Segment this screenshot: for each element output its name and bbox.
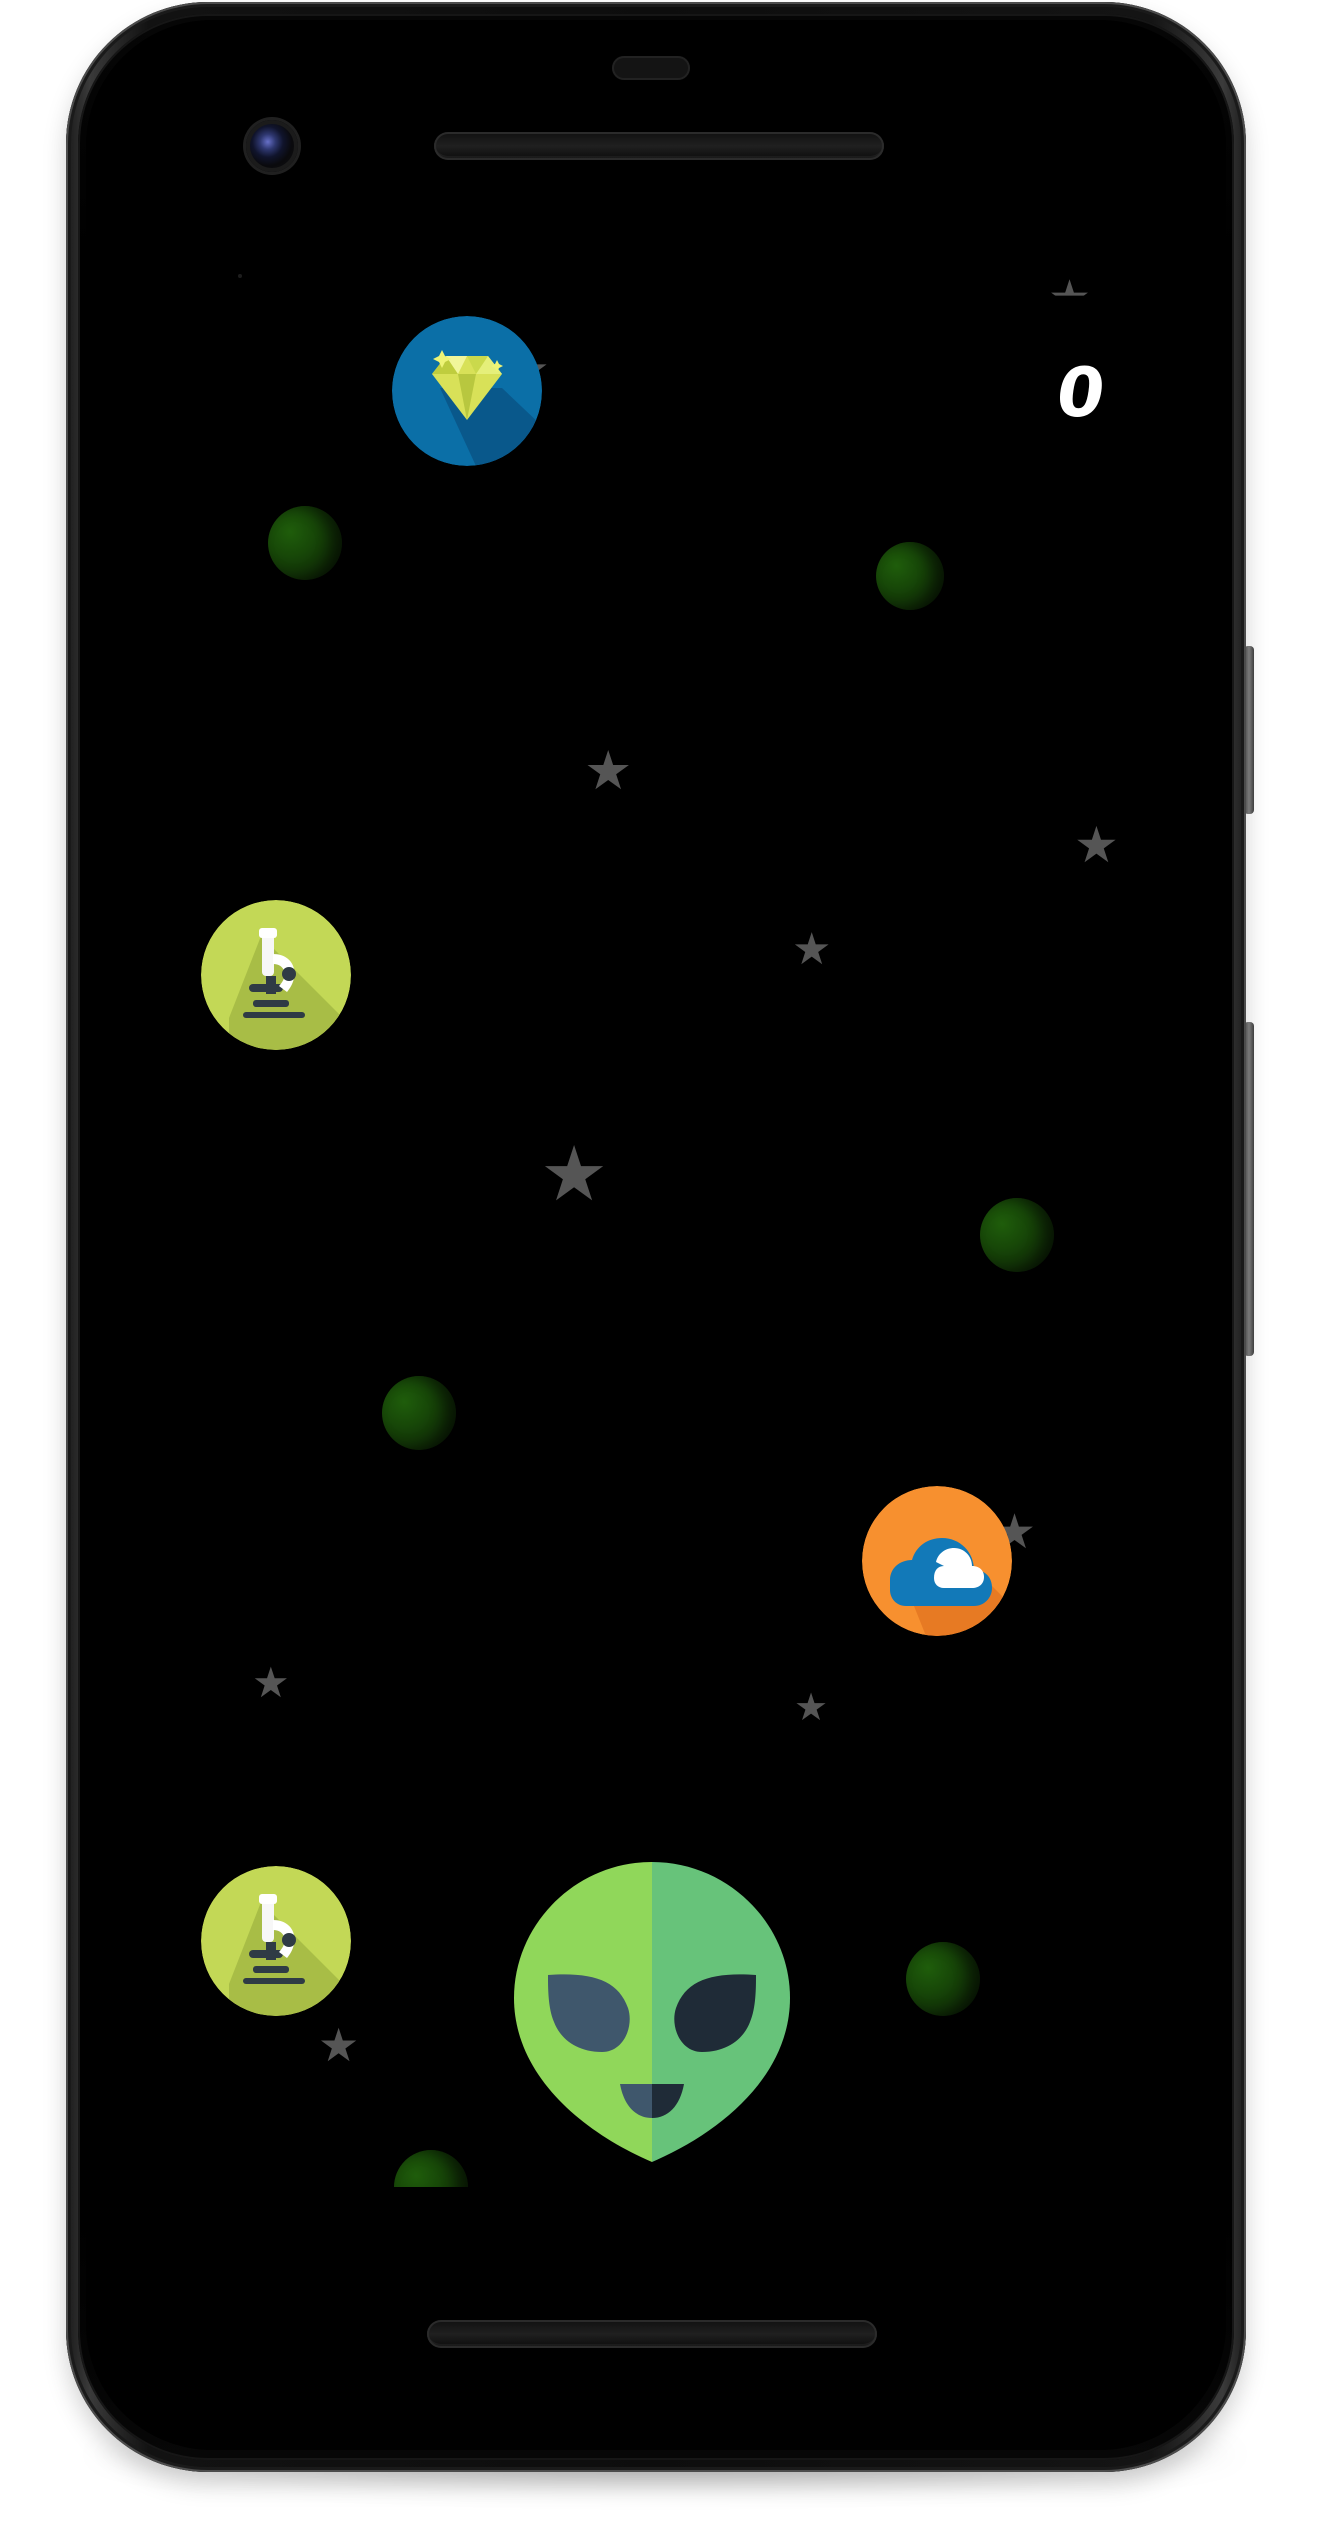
alien-player[interactable]	[514, 1862, 790, 2162]
alien-head-icon	[514, 1862, 790, 2162]
space-dust	[238, 274, 242, 278]
bottom-speaker	[427, 2320, 877, 2348]
star-icon: ★	[540, 1129, 609, 1218]
green-orb	[394, 2150, 468, 2187]
game-field[interactable]: 0 ★ ★ ★ ★ ★ ★ ★ ★ ★ ★	[86, 20, 1226, 2450]
green-orb	[268, 506, 342, 580]
star-icon: ★	[794, 1685, 829, 1729]
star-icon: ★	[1048, 270, 1092, 326]
microscope-pickup[interactable]	[201, 900, 351, 1050]
diamond-icon	[392, 316, 542, 466]
star-icon: ★	[252, 1658, 290, 1707]
score-display: 0	[1051, 354, 1111, 433]
cloud-pickup[interactable]	[862, 1486, 1012, 1636]
microscope-pickup[interactable]	[201, 1866, 351, 2016]
diamond-pickup[interactable]	[392, 316, 542, 466]
star-icon: ★	[1074, 816, 1119, 874]
star-icon: ★	[584, 739, 633, 802]
green-orb	[876, 542, 944, 610]
star-icon: ★	[318, 2018, 360, 2072]
green-orb	[906, 1942, 980, 2016]
microscope-icon	[201, 1866, 351, 2016]
device-mockup: 0 ★ ★ ★ ★ ★ ★ ★ ★ ★ ★	[0, 0, 1330, 2532]
game-screen: 0 ★ ★ ★ ★ ★ ★ ★ ★ ★ ★	[86, 20, 1226, 2450]
green-orb	[382, 1376, 456, 1450]
microscope-icon	[201, 900, 351, 1050]
star-icon: ★	[792, 924, 832, 975]
cloud-icon	[862, 1486, 1012, 1636]
green-orb	[980, 1198, 1054, 1272]
